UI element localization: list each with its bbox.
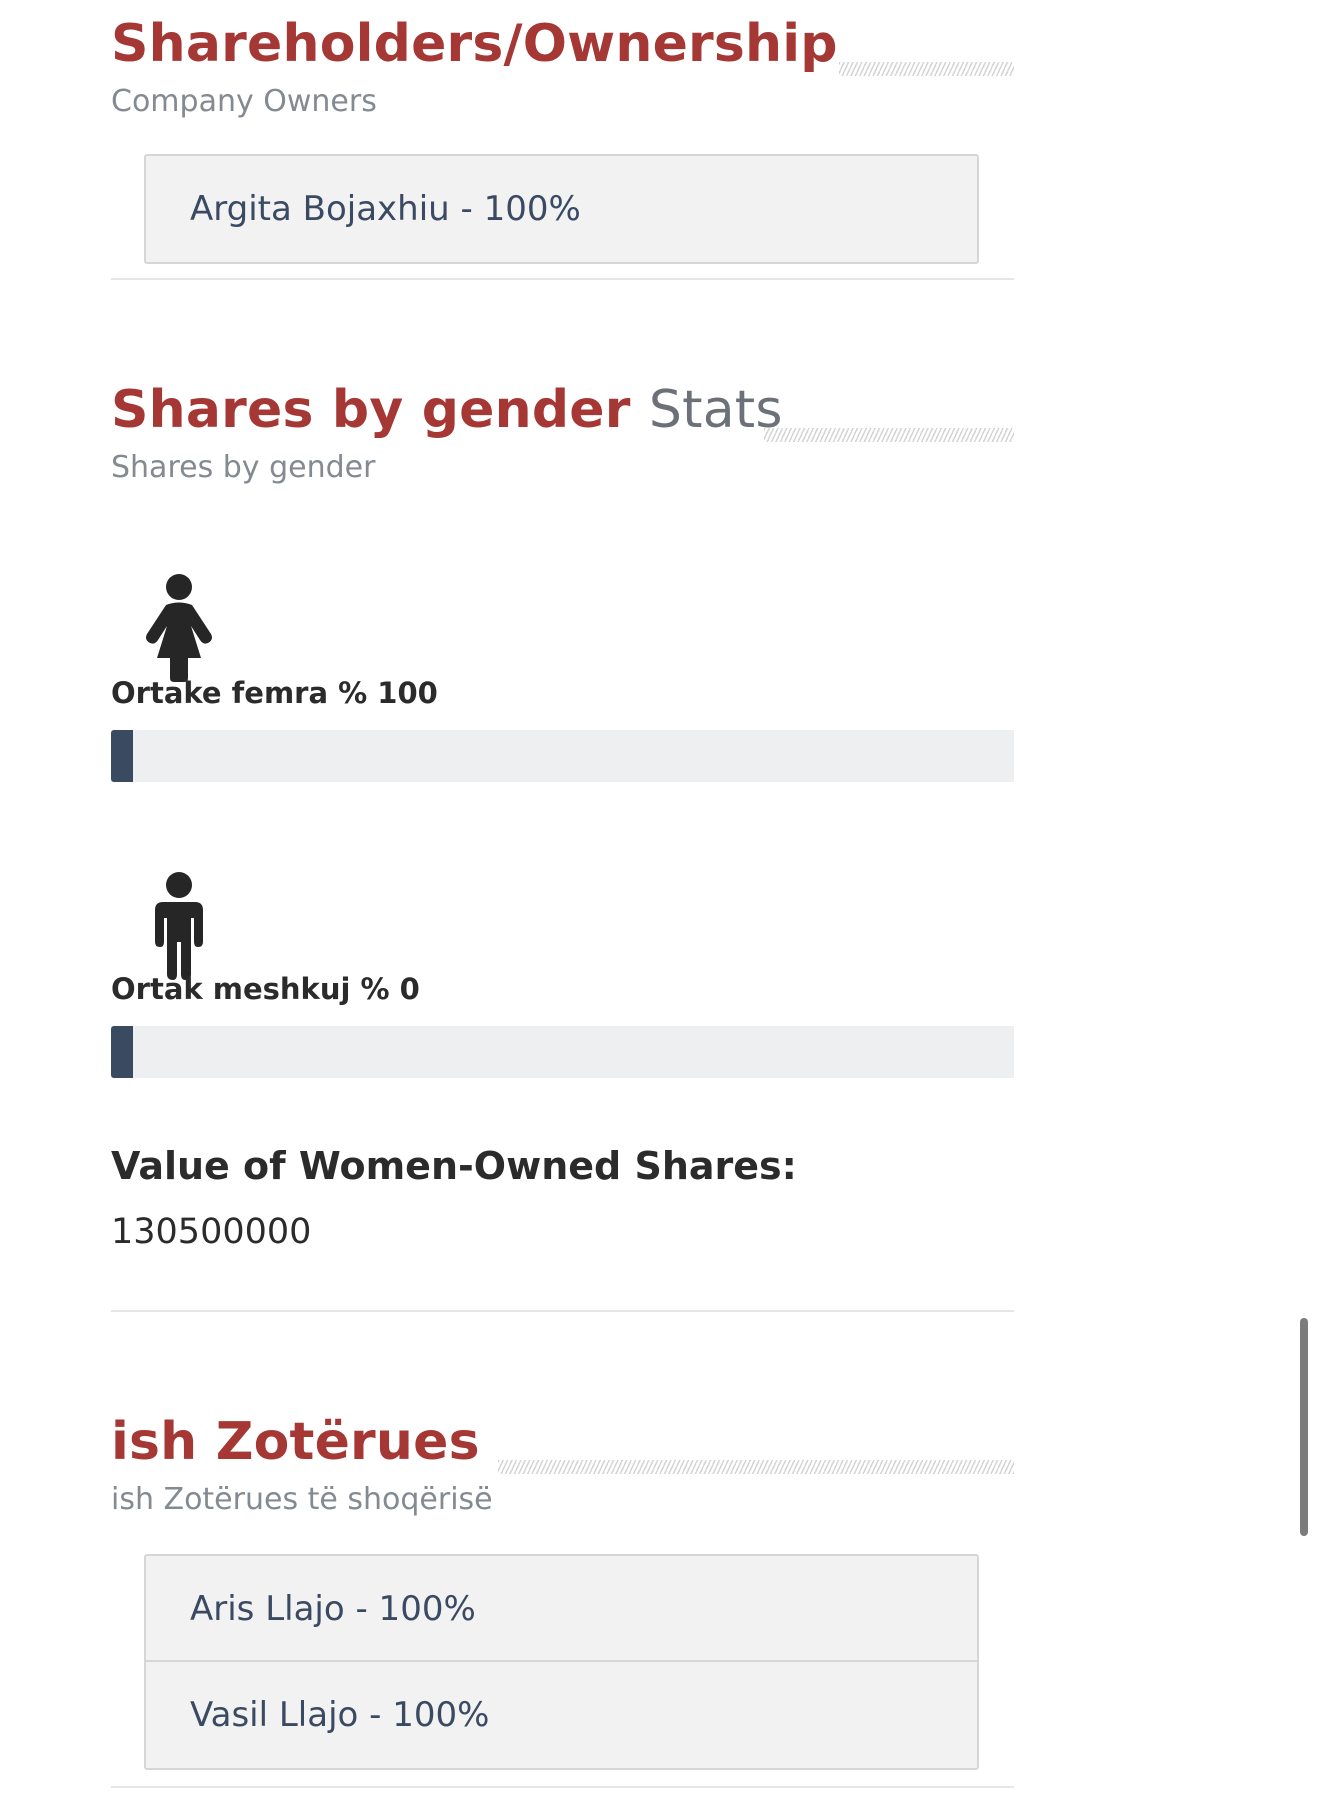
- male-share-label: Ortak meshkuj % 0: [111, 972, 420, 1006]
- former-owner-item: Vasil Llajo - 100%: [190, 1695, 490, 1735]
- female-share-label: Ortake femra % 100: [111, 676, 438, 710]
- page-scrollbar[interactable]: [1300, 1318, 1308, 1536]
- male-person-icon: [155, 872, 203, 980]
- section-divider: [111, 1786, 1014, 1788]
- former-owners-list: Aris Llajo - 100% Vasil Llajo - 100%: [144, 1554, 979, 1770]
- shareholders-subtitle: Company Owners: [111, 84, 377, 119]
- section-divider: [111, 278, 1014, 280]
- owner-item: Argita Bojaxhiu - 100%: [190, 189, 581, 229]
- former-owners-title: ish Zotërues: [111, 1412, 480, 1472]
- male-share-bar: [111, 1026, 1014, 1078]
- former-owners-subtitle: ish Zotërues të shoqërisë: [111, 1482, 493, 1517]
- title-hatch-decoration: [498, 1460, 1014, 1474]
- title-hatch-decoration: [839, 62, 1014, 76]
- male-share-bar-fill: [111, 1026, 133, 1078]
- former-owner-item: Aris Llajo - 100%: [146, 1556, 977, 1662]
- section-divider: [111, 1310, 1014, 1312]
- women-shares-value-label: Value of Women-Owned Shares:: [111, 1144, 797, 1188]
- gender-stats-title-bold: Shares by gender: [111, 380, 631, 440]
- gender-stats-title: Shares by gender Stats: [111, 380, 783, 440]
- shareholders-title: Shareholders/Ownership: [111, 14, 838, 74]
- women-shares-value: 130500000: [111, 1212, 312, 1252]
- female-share-bar: [111, 730, 1014, 782]
- female-person-icon: [146, 574, 212, 682]
- gender-stats-title-light: Stats: [648, 380, 783, 440]
- title-hatch-decoration: [764, 428, 1014, 442]
- female-share-bar-fill: [111, 730, 133, 782]
- gender-stats-subtitle: Shares by gender: [111, 450, 376, 485]
- owners-list: Argita Bojaxhiu - 100%: [144, 154, 979, 264]
